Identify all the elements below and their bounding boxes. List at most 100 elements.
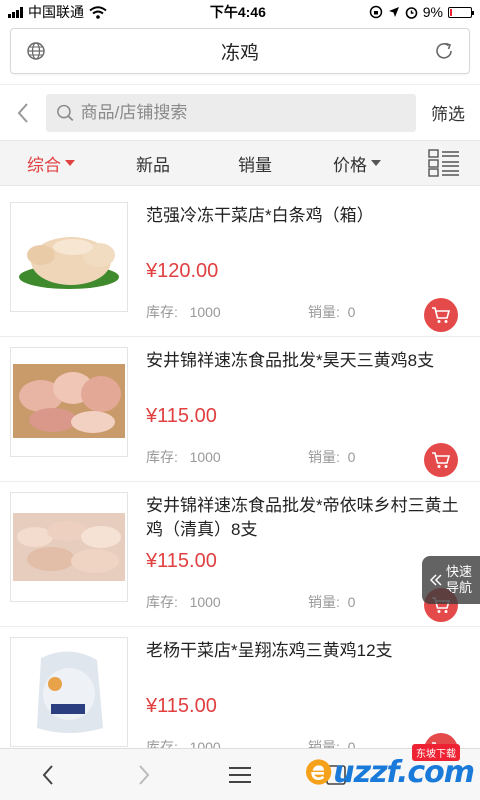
url-bar[interactable]: 冻鸡 <box>10 28 470 74</box>
stock-value: 1000 <box>189 739 221 748</box>
back-button[interactable] <box>0 85 46 140</box>
watermark-badge: 东坡下载 <box>412 744 460 761</box>
product-image[interactable] <box>10 202 128 312</box>
tab-new-label: 新品 <box>136 155 170 175</box>
caret-down-icon <box>65 160 75 166</box>
search-row: 筛选 <box>0 84 480 140</box>
sales-label: 销量: <box>308 449 340 465</box>
globe-icon[interactable] <box>25 40 47 62</box>
location-icon <box>388 7 399 17</box>
chevron-right-icon <box>139 764 150 785</box>
product-item[interactable]: 范强冷冻干菜店*白条鸡（箱） ¥120.00 库存: 1000 销量: 0 <box>0 192 480 337</box>
product-meta: 库存: 1000 销量: 0 <box>146 447 470 467</box>
stock-label: 库存: <box>146 739 178 748</box>
product-stock: 库存: 1000 <box>146 737 308 748</box>
add-to-cart-button[interactable] <box>424 298 458 332</box>
product-info: 安井锦祥速冻食品批发*帝依味乡村三黄土鸡（清真）8支 ¥115.00 库存: 1… <box>128 492 470 626</box>
product-item[interactable]: 老杨干菜店*呈翔冻鸡三黄鸡12支 ¥115.00 库存: 1000 销量: 0 <box>0 627 480 748</box>
stock-label: 库存: <box>146 304 178 320</box>
add-to-cart-button[interactable] <box>424 443 458 477</box>
product-image[interactable] <box>10 492 128 602</box>
status-bar: 中国联通 下午4:46 9% <box>0 0 480 24</box>
product-price: ¥115.00 <box>146 405 217 427</box>
url-bar-container: 冻鸡 <box>0 24 480 84</box>
product-list: 范强冷冻干菜店*白条鸡（箱） ¥120.00 库存: 1000 销量: 0 安井… <box>0 192 480 748</box>
tab-comprehensive[interactable]: 综合 <box>0 151 102 176</box>
product-sales: 销量: 0 <box>308 737 355 748</box>
chevron-left-icon <box>17 102 28 123</box>
product-meta: 库存: 1000 销量: 0 <box>146 302 470 322</box>
search-icon <box>57 104 74 121</box>
view-toggle-button[interactable] <box>408 149 480 177</box>
filter-button[interactable]: 筛选 <box>416 100 480 125</box>
sales-value: 0 <box>347 304 356 320</box>
battery-percent: 9% <box>422 4 443 20</box>
product-image[interactable] <box>10 347 128 457</box>
product-stock: 库存: 1000 <box>146 592 308 612</box>
tab-price[interactable]: 价格 <box>306 151 408 176</box>
stock-value: 1000 <box>189 449 221 465</box>
product-sales: 销量: 0 <box>308 592 355 612</box>
browser-menu-button[interactable] <box>192 749 288 800</box>
search-box[interactable] <box>46 93 416 132</box>
quick-nav-label: 快速导航 <box>446 564 473 595</box>
browser-back-button[interactable] <box>0 749 96 800</box>
product-info: 安井锦祥速冻食品批发*昊天三黄鸡8支 ¥115.00 库存: 1000 销量: … <box>128 347 470 481</box>
product-sales: 销量: 0 <box>308 447 355 467</box>
product-price: ¥115.00 <box>146 695 217 717</box>
quick-nav-button[interactable]: 快速导航 <box>422 556 480 604</box>
product-price: ¥115.00 <box>146 550 217 572</box>
product-stock: 库存: 1000 <box>146 302 308 322</box>
stock-label: 库存: <box>146 449 178 465</box>
browser-forward-button[interactable] <box>96 749 192 800</box>
sales-value: 0 <box>347 739 356 748</box>
status-time: 下午4:46 <box>209 4 266 20</box>
chevron-left-icon <box>42 764 53 785</box>
stock-value: 1000 <box>189 594 221 610</box>
product-price: ¥120.00 <box>146 260 219 282</box>
sales-value: 0 <box>347 594 356 610</box>
tab-sales-label: 销量 <box>238 155 272 175</box>
refresh-icon[interactable] <box>433 40 455 62</box>
stock-label: 库存: <box>146 594 178 610</box>
stock-value: 1000 <box>189 304 221 320</box>
list-view-icon <box>428 149 459 177</box>
double-chevron-left-icon <box>429 574 442 586</box>
product-info: 范强冷冻干菜店*白条鸡（箱） ¥120.00 库存: 1000 销量: 0 <box>128 202 470 336</box>
product-title[interactable]: 安井锦祥速冻食品批发*帝依味乡村三黄土鸡（清真）8支 <box>146 492 470 540</box>
product-title[interactable]: 安井锦祥速冻食品批发*昊天三黄鸡8支 <box>146 347 470 395</box>
carrier-label: 中国联通 <box>28 4 84 20</box>
product-title[interactable]: 范强冷冻干菜店*白条鸡（箱） <box>146 202 470 250</box>
sales-label: 销量: <box>308 739 340 748</box>
caret-down-icon <box>371 160 381 166</box>
status-left: 中国联通 <box>8 2 107 22</box>
tab-comprehensive-label: 综合 <box>27 155 61 175</box>
sales-label: 销量: <box>308 304 340 320</box>
product-stock: 库存: 1000 <box>146 447 308 467</box>
product-title[interactable]: 老杨干菜店*呈翔冻鸡三黄鸡12支 <box>146 637 470 685</box>
signal-icon <box>8 6 23 18</box>
menu-icon <box>229 766 251 783</box>
browser-toolbar: uzzf.com 东坡下载 <box>0 744 480 800</box>
product-sales: 销量: 0 <box>308 302 355 322</box>
page-title: 冻鸡 <box>220 42 259 64</box>
product-info: 老杨干菜店*呈翔冻鸡三黄鸡12支 ¥115.00 库存: 1000 销量: 0 <box>128 637 470 748</box>
search-input[interactable] <box>80 102 406 123</box>
tab-sales[interactable]: 销量 <box>204 151 306 176</box>
alarm-icon <box>405 6 418 19</box>
status-right: 9% <box>369 4 474 20</box>
watermark-e-icon <box>305 759 332 785</box>
tab-new[interactable]: 新品 <box>102 151 204 176</box>
battery-icon <box>447 6 474 18</box>
lock-rotation-icon <box>369 5 382 19</box>
sort-tabs: 综合 新品 销量 价格 <box>0 140 480 186</box>
wifi-icon <box>89 5 107 19</box>
cart-icon <box>432 452 451 468</box>
product-item[interactable]: 安井锦祥速冻食品批发*昊天三黄鸡8支 ¥115.00 库存: 1000 销量: … <box>0 337 480 482</box>
tab-price-label: 价格 <box>333 155 367 175</box>
sales-label: 销量: <box>308 594 340 610</box>
cart-icon <box>432 307 451 323</box>
sales-value: 0 <box>347 449 356 465</box>
product-item[interactable]: 安井锦祥速冻食品批发*帝依味乡村三黄土鸡（清真）8支 ¥115.00 库存: 1… <box>0 482 480 627</box>
product-image[interactable] <box>10 637 128 747</box>
